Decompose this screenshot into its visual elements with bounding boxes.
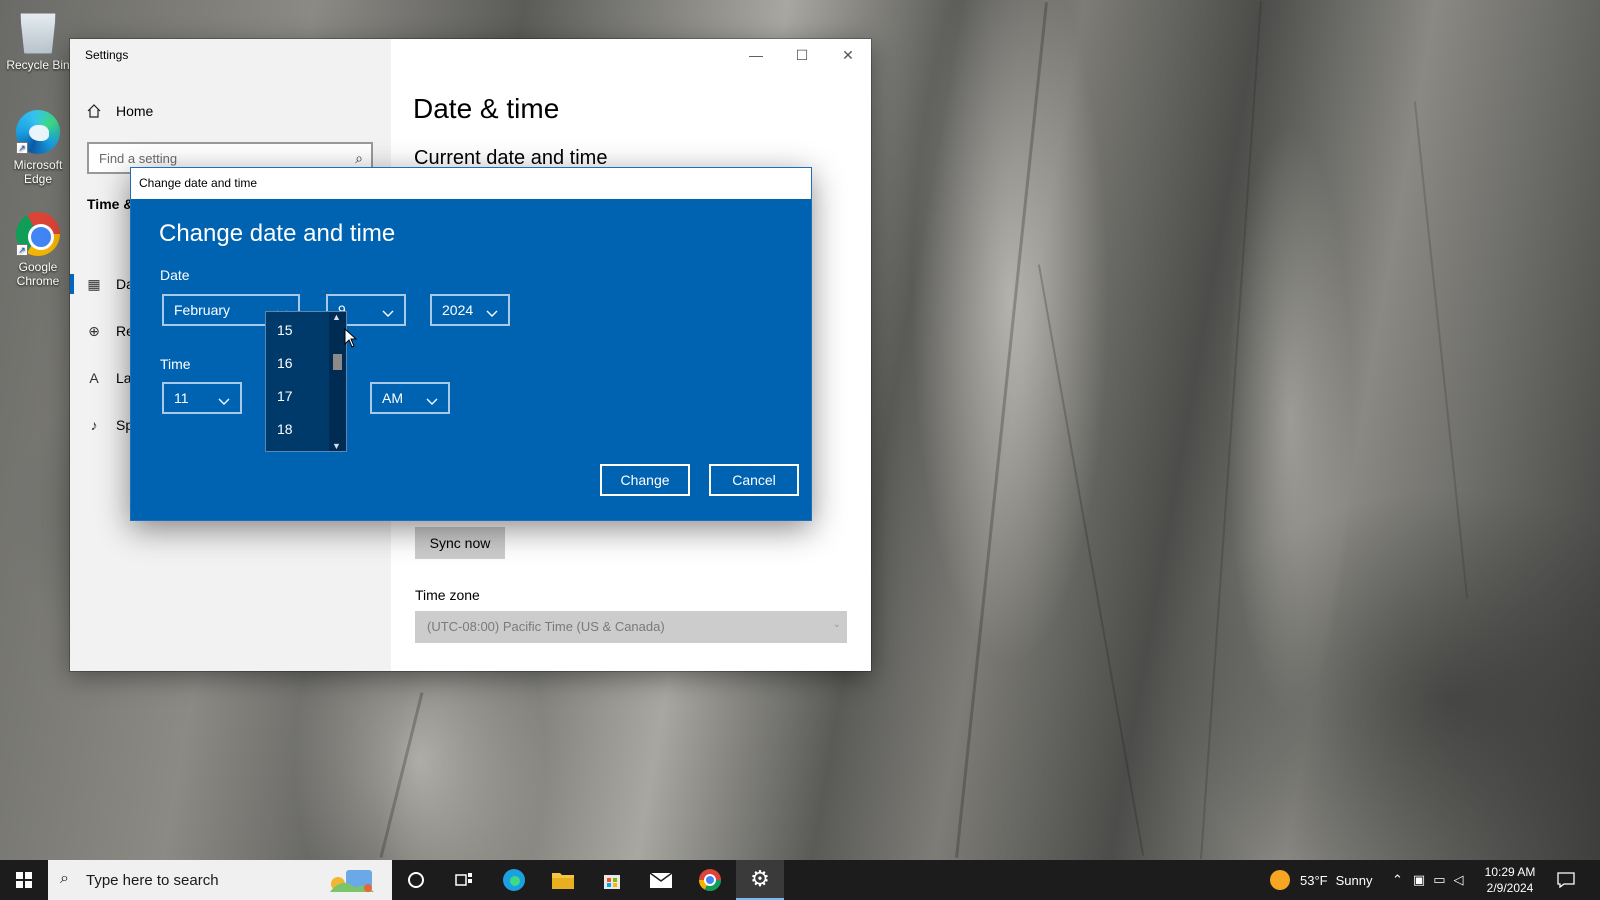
close-button[interactable]: ✕ bbox=[825, 39, 871, 71]
taskbar-file-explorer[interactable] bbox=[539, 860, 587, 900]
sidebar-section-heading: Time & bbox=[87, 196, 134, 212]
tray-icons: ⌃ ▣ ▭ ◁ bbox=[1392, 860, 1464, 900]
desktop-icon-edge[interactable]: ↗ Microsoft Edge bbox=[4, 110, 72, 186]
taskbar-settings[interactable]: ⚙ bbox=[736, 860, 784, 900]
sidebar-home[interactable]: Home bbox=[86, 99, 153, 123]
maximize-icon: ☐ bbox=[795, 46, 809, 63]
dialog-titlebar: Change date and time bbox=[131, 168, 811, 199]
edge-icon: ↗ bbox=[16, 110, 60, 154]
home-label: Home bbox=[116, 103, 154, 119]
taskbar-search[interactable]: ⌕ Type here to search bbox=[48, 860, 392, 900]
task-view-button[interactable] bbox=[440, 860, 488, 900]
dropdown-option[interactable]: 16 bbox=[266, 347, 330, 379]
meet-now-icon[interactable]: ▣ bbox=[1413, 872, 1425, 888]
minimize-button[interactable]: — bbox=[733, 39, 779, 71]
time-label: Time bbox=[160, 356, 191, 372]
chevron-up-icon[interactable]: ⌃ bbox=[1392, 872, 1403, 888]
weather-temp: 53°F bbox=[1300, 872, 1328, 888]
cortana-button[interactable] bbox=[392, 860, 440, 900]
taskbar-search-placeholder: Type here to search bbox=[86, 871, 219, 889]
chevron-down-icon bbox=[218, 393, 230, 405]
search-placeholder: Find a setting bbox=[99, 151, 178, 166]
network-icon[interactable]: ▭ bbox=[1433, 872, 1445, 888]
dropdown-option[interactable]: 17 bbox=[266, 380, 330, 412]
dropdown-option[interactable]: 15 bbox=[266, 314, 330, 346]
home-icon bbox=[86, 103, 102, 119]
mouse-cursor-icon bbox=[344, 328, 358, 348]
timezone-select[interactable]: (UTC-08:00) Pacific Time (US & Canada) ⌄ bbox=[415, 611, 847, 643]
folder-icon bbox=[552, 873, 574, 889]
sync-now-button[interactable]: Sync now bbox=[415, 527, 505, 559]
clock-time: 10:29 AM bbox=[1484, 865, 1536, 879]
desktop-icon-chrome[interactable]: ↗ Google Chrome bbox=[4, 212, 72, 288]
chevron-down-icon: ⌄ bbox=[832, 619, 841, 630]
store-icon bbox=[604, 875, 620, 889]
taskbar-chrome[interactable] bbox=[686, 860, 734, 900]
clock-date: 2/9/2024 bbox=[1486, 881, 1534, 895]
gear-icon: ⚙ bbox=[750, 866, 770, 891]
volume-muted-icon[interactable]: ◁ bbox=[1454, 872, 1464, 888]
scroll-down-icon[interactable]: ▼ bbox=[332, 441, 341, 451]
year-value: 2024 bbox=[442, 302, 474, 318]
month-value: February bbox=[174, 302, 231, 318]
dialog-heading: Change date and time bbox=[159, 220, 396, 247]
taskbar: ⌕ Type here to search ⚙ 53°F Sunny ⌃ ▣ ▭… bbox=[0, 860, 1600, 900]
weather-condition: Sunny bbox=[1335, 872, 1373, 888]
cortana-icon bbox=[408, 872, 424, 888]
recycle-bin-icon bbox=[20, 13, 56, 54]
desktop-icon-recycle-bin[interactable]: Recycle Bin bbox=[4, 10, 72, 72]
ampm-value: AM bbox=[382, 390, 403, 406]
maximize-button[interactable]: ☐ bbox=[779, 39, 825, 71]
globe-icon: ⊕ bbox=[88, 323, 100, 339]
date-label: Date bbox=[160, 267, 190, 283]
cancel-button[interactable]: Cancel bbox=[709, 464, 799, 496]
chevron-down-icon bbox=[382, 305, 394, 317]
scroll-thumb[interactable] bbox=[333, 354, 342, 370]
hour-select[interactable]: 11 bbox=[162, 382, 242, 414]
windows-logo-icon bbox=[16, 872, 32, 888]
search-icon: ⌕ bbox=[60, 870, 69, 887]
timezone-value: (UTC-08:00) Pacific Time (US & Canada) bbox=[427, 619, 665, 634]
minimize-icon: — bbox=[749, 47, 763, 63]
chrome-icon bbox=[699, 869, 721, 891]
window-title: Settings bbox=[85, 48, 129, 62]
page-title: Date & time bbox=[413, 93, 560, 124]
notification-center-button[interactable] bbox=[1544, 860, 1588, 900]
chevron-down-icon bbox=[486, 305, 498, 317]
language-icon: A bbox=[89, 370, 99, 386]
sun-icon bbox=[1270, 870, 1290, 890]
microphone-icon: ♪ bbox=[90, 417, 98, 433]
dropdown-option[interactable]: 18 bbox=[266, 413, 330, 445]
mail-icon bbox=[649, 872, 673, 888]
weather-widget[interactable]: 53°F Sunny bbox=[1270, 860, 1372, 900]
year-select[interactable]: 2024 bbox=[430, 294, 510, 326]
calendar-icon: ▦ bbox=[87, 276, 101, 292]
desktop-icon-label: Microsoft Edge bbox=[13, 158, 63, 186]
chevron-down-icon bbox=[426, 393, 438, 405]
search-highlight-icon bbox=[330, 870, 374, 892]
start-button[interactable] bbox=[0, 860, 48, 900]
taskbar-mail[interactable] bbox=[637, 860, 685, 900]
notification-icon bbox=[1557, 872, 1575, 888]
chrome-icon: ↗ bbox=[16, 212, 60, 256]
taskbar-edge[interactable] bbox=[490, 860, 538, 900]
task-view-icon bbox=[455, 873, 472, 886]
desktop-icon-label: Google Chrome bbox=[16, 260, 60, 288]
change-date-time-dialog: Change date and time Change date and tim… bbox=[130, 167, 812, 521]
desktop-icon-label: Recycle Bin bbox=[6, 58, 70, 72]
hour-value: 11 bbox=[174, 390, 189, 406]
day-dropdown-list: 15 16 17 18 ▲ ▼ bbox=[265, 311, 347, 452]
search-icon: ⌕ bbox=[355, 150, 363, 166]
edge-icon bbox=[503, 869, 525, 891]
taskbar-store[interactable] bbox=[588, 860, 636, 900]
ampm-select[interactable]: AM bbox=[370, 382, 450, 414]
timezone-label: Time zone bbox=[415, 587, 480, 603]
taskbar-clock[interactable]: 10:29 AM 2/9/2024 bbox=[1480, 864, 1540, 896]
close-icon: ✕ bbox=[842, 46, 854, 63]
scroll-up-icon[interactable]: ▲ bbox=[332, 312, 341, 322]
change-button[interactable]: Change bbox=[600, 464, 690, 496]
